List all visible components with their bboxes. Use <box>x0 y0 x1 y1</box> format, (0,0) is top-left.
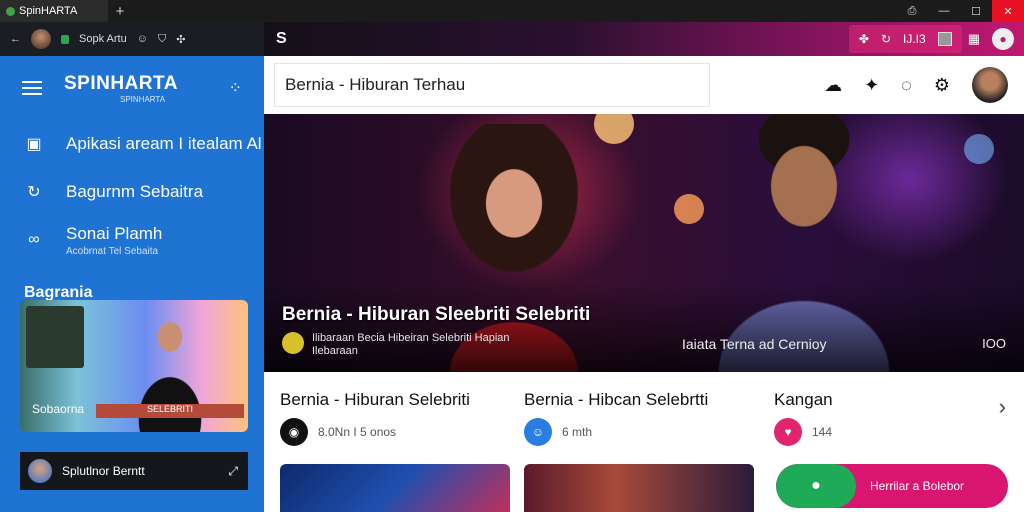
sidebar-feature-card[interactable]: Sobaorna SELEBRITI <box>20 300 248 432</box>
browser-tab[interactable]: SpinHARTA <box>0 0 108 22</box>
hero-meta: Ilibaraan Becia Hibeiran Selebriti Hapia… <box>282 332 510 358</box>
top-header: S ✤ ↻ IJ.I3 ▦ ● <box>264 22 1024 56</box>
hero-meta-line: Ilibaraan Becia Hibeiran Selebriti Hapia… <box>312 332 510 344</box>
sidebar-item-sublabel: Acobrnat Tel Sebaita <box>66 245 159 257</box>
tab-title: SpinHARTA <box>19 5 78 17</box>
channel-icon: ☺ <box>524 418 552 446</box>
sidebar-toolbar: ← Sopk Artu ☺ ⛉ ✣ <box>0 22 264 56</box>
brand-name: SPINHARTA <box>64 72 178 94</box>
card-title: Kangan <box>774 390 833 409</box>
hero-banner[interactable]: Bernia - Hiburan Sleebriti Selebriti Ili… <box>264 114 1024 372</box>
app-icon: ▣ <box>26 136 42 153</box>
stage-light <box>964 134 994 164</box>
avatar <box>28 459 52 483</box>
refresh-icon: ↻ <box>27 184 41 201</box>
sidebar-brand: SPINHARTA SPINHARTA ⁘ <box>0 56 264 120</box>
lock-icon <box>61 34 69 44</box>
menu-icon[interactable] <box>22 81 42 95</box>
hero-caption: Iaiata Terna ad Cernioy <box>682 336 827 352</box>
sidebar-item-label: Sonai Plamh <box>66 223 163 243</box>
header-extra: ▦ ● <box>968 28 1014 50</box>
header-actions: ✤ ↻ IJ.I3 <box>848 25 962 53</box>
avatar[interactable] <box>972 67 1008 103</box>
header-icons: ☁ ✦ ◌ ⚙ <box>824 67 1008 103</box>
hero-meta-line: Ilebaraan <box>312 345 358 357</box>
sidebar-bottom-label: Splutlnor Berntt <box>62 464 145 478</box>
cloud-icon[interactable]: ☁ <box>824 75 842 96</box>
cta-button[interactable]: ● Herrilar a Bolebor <box>776 464 1008 508</box>
refresh-icon[interactable]: ↻ <box>881 32 891 46</box>
card-meta-text: 144 <box>812 425 833 439</box>
profile-avatar[interactable]: ● <box>992 28 1014 50</box>
card-title: Bernia - Hibcan Selebrtti <box>524 390 709 409</box>
card-title: Bernia - Hiburan Selebriti <box>280 390 470 409</box>
expand-icon[interactable]: ⤢ <box>228 464 238 479</box>
extension-icon[interactable]: ✤ <box>859 32 869 46</box>
channel-icon: ◉ <box>280 418 308 446</box>
favicon-icon <box>6 6 15 16</box>
card-meta: ◉ 8.0Nn I 5 onos <box>280 418 396 446</box>
card-thumbnail <box>524 464 754 512</box>
card-thumbnail <box>280 464 510 512</box>
chat-icon[interactable]: ◌ <box>901 75 912 96</box>
avatar[interactable] <box>31 29 51 49</box>
cta-label: Herrilar a Bolebor <box>870 479 965 493</box>
link-icon: ∞ <box>28 231 40 248</box>
window-titlebar: SpinHARTA + ⎙ — ☐ ✕ <box>0 0 1024 22</box>
search-bar: ☁ ✦ ◌ ⚙ <box>264 56 1024 114</box>
sidebar: ← Sopk Artu ☺ ⛉ ✣ SPINHARTA SPINHARTA ⁘ … <box>0 22 264 512</box>
sidebar-item-label: Bagurnm Sebaitra <box>66 182 204 201</box>
sidebar-item-links[interactable]: ∞ Sonai Plamh Acobrnat Tel Sebaita <box>0 216 264 264</box>
card-meta: ☺ 6 mth <box>524 418 592 446</box>
star-icon[interactable]: ✦ <box>864 75 879 96</box>
window-controls: ⎙ — ☐ ✕ <box>896 0 1024 22</box>
hero-more-link[interactable]: IOO <box>982 336 1006 351</box>
maximize-button[interactable]: ☐ <box>960 0 992 22</box>
face-icon[interactable]: ☺ <box>137 33 148 45</box>
sidebar-bottom-bar[interactable]: Splutlnor Berntt ⤢ <box>20 452 248 490</box>
close-window-button[interactable]: ✕ <box>992 0 1024 22</box>
content-card[interactable]: Bernia - Hiburan Selebriti ◉ 8.0Nn I 5 o… <box>264 372 510 512</box>
card-meta: ♥ 144 <box>774 418 832 446</box>
card-meta-text: 8.0Nn I 5 onos <box>318 425 397 439</box>
grid-icon[interactable]: ⁘ <box>229 78 242 98</box>
window-square-icon[interactable] <box>937 32 952 46</box>
new-tab-button[interactable]: + <box>108 3 132 20</box>
layout-icon[interactable]: ▦ <box>968 31 980 47</box>
brand-subtitle: SPINHARTA <box>120 94 166 104</box>
header-action-text[interactable]: IJ.I3 <box>903 32 926 46</box>
channel-icon: ♥ <box>774 418 802 446</box>
location-icon: ● <box>776 464 856 508</box>
share-window-button[interactable]: ⎙ <box>896 0 928 22</box>
hero-title: Bernia - Hiburan Sleebriti Selebriti <box>282 304 591 325</box>
chevron-right-icon[interactable]: › <box>999 394 1006 420</box>
card-banner: SELEBRITI <box>96 404 244 418</box>
back-arrow-icon[interactable]: ← <box>10 33 21 45</box>
shield-icon[interactable]: ⛉ <box>158 33 166 46</box>
sidebar-item-apps[interactable]: ▣ Apikasi aream I itealam Al <box>0 120 264 168</box>
card-label: Sobaorna <box>32 402 85 416</box>
profile-name: Sopk Artu <box>79 33 127 45</box>
minimize-button[interactable]: — <box>928 0 960 22</box>
sidebar-item-label: Apikasi aream I itealam Al <box>66 134 262 153</box>
app-logo[interactable]: S <box>276 30 287 48</box>
settings-icon[interactable]: ⚙ <box>934 75 950 96</box>
card-meta-text: 6 mth <box>562 425 593 439</box>
sidebar-item-updates[interactable]: ↻ Bagurnm Sebaitra <box>0 168 264 216</box>
hero-overlay <box>264 282 1024 372</box>
channel-icon <box>282 332 304 354</box>
puzzle-icon[interactable]: ✣ <box>176 33 185 46</box>
card-thumbnail <box>26 306 84 368</box>
content-card[interactable]: Bernia - Hibcan Selebrtti ☺ 6 mth <box>508 372 754 512</box>
search-input[interactable] <box>274 63 710 107</box>
